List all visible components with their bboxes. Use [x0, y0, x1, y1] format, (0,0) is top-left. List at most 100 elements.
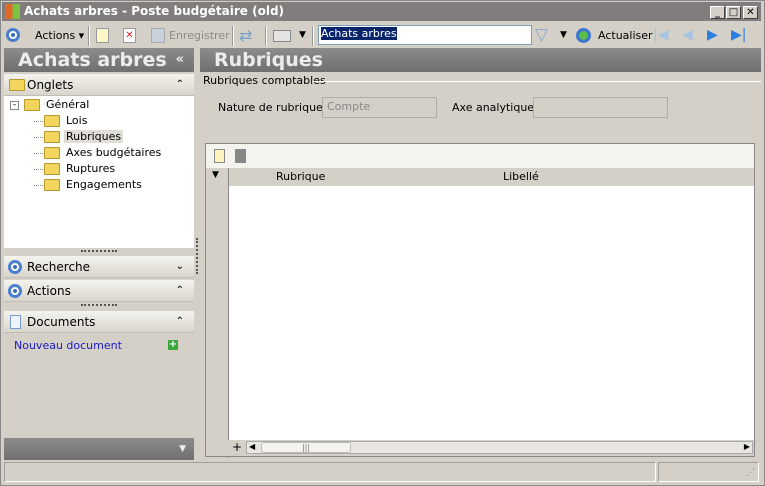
recherche-label: Recherche [27, 260, 91, 274]
actions-circle-icon [8, 284, 22, 298]
group-title: Rubriques comptables [203, 74, 326, 87]
tabs-tree: - Général Lois Rubriques Axes budgétaires R… [4, 96, 194, 248]
row-selector-divider [228, 168, 229, 458]
rubriques-grid: ▼ Rubrique Libellé + ◀ ||| ▶ [205, 143, 755, 458]
folder-icon [9, 79, 25, 91]
folder-icon [24, 99, 40, 111]
tree-node[interactable]: Ruptures [44, 161, 117, 177]
filter-icon[interactable]: ▽ [535, 23, 548, 48]
collapse-chevron-icon[interactable]: ⌃ [176, 311, 184, 333]
left-panel-header: Achats arbres « [4, 48, 194, 72]
save-button[interactable]: Enregistrer [169, 23, 230, 48]
add-row-icon[interactable] [214, 149, 225, 163]
collapse-chevron-icon[interactable]: ⌃ [176, 280, 184, 302]
menu-circle-icon[interactable] [6, 28, 20, 42]
window-title: Achats arbres - Poste budgétaire (old) [24, 4, 285, 18]
tree-line [34, 121, 43, 122]
scroll-left-icon[interactable]: ◀ [249, 442, 255, 451]
scrollbar-thumb[interactable]: ||| [261, 442, 351, 453]
recherche-section-header[interactable]: Recherche ⌄ [4, 256, 194, 278]
separator [232, 26, 234, 46]
tree-node-label: Rubriques [64, 130, 124, 143]
close-button[interactable]: ✕ [743, 6, 758, 19]
new-document-link[interactable]: Nouveau document [14, 339, 122, 352]
search-input[interactable]: Achats arbres [318, 25, 532, 45]
page-title: Rubriques [214, 49, 323, 71]
folder-icon [44, 131, 60, 143]
previous-record-icon[interactable]: ◀ [682, 23, 693, 48]
horizontal-scrollbar[interactable]: ◀ ||| ▶ [246, 441, 753, 454]
maximize-button[interactable]: □ [726, 6, 741, 19]
separator [312, 26, 314, 46]
onglets-label: Onglets [27, 78, 74, 92]
group-divider [312, 81, 761, 82]
minimize-button[interactable]: _ [710, 6, 725, 19]
folder-icon [44, 163, 60, 175]
onglets-section-header[interactable]: Onglets ⌃ [4, 74, 194, 96]
first-record-icon[interactable]: |◀ [653, 23, 668, 48]
row-selector-column [206, 186, 228, 442]
status-bar: ⋰ [2, 462, 761, 483]
filter-dropdown-icon[interactable]: ▼ [560, 23, 567, 48]
app-icon [5, 4, 20, 19]
collapse-panel-button[interactable]: « [176, 48, 184, 72]
tree-node-general[interactable]: Général [24, 97, 89, 113]
resize-grip-icon[interactable]: ⋰ [746, 468, 755, 478]
toolbar: Actions ▾ ✕ Enregistrer ⇄ ▼ Achats arbre… [2, 23, 761, 48]
scroll-right-icon[interactable]: ▶ [744, 442, 750, 451]
nature-label: Nature de rubrique : [218, 101, 331, 114]
column-header-rubrique[interactable]: Rubrique [276, 170, 325, 183]
tree-node-label: Ruptures [66, 162, 116, 175]
tree-node[interactable]: Rubriques [44, 129, 124, 145]
add-row-button[interactable]: + [232, 440, 242, 454]
tree-line [34, 169, 43, 170]
actions-section-header[interactable]: Actions ⌃ [4, 280, 194, 302]
splitter-grip[interactable] [81, 250, 117, 254]
splitter-grip[interactable] [81, 304, 117, 308]
folder-icon [44, 115, 60, 127]
tree-node-label: Engagements [66, 178, 142, 191]
collapse-chevron-icon[interactable]: ⌃ [176, 74, 184, 96]
left-panel-title: Achats arbres [18, 49, 167, 71]
refresh-button[interactable]: Actualiser [598, 23, 653, 48]
nature-field[interactable]: Compte [322, 97, 437, 118]
tree-expander-icon[interactable]: - [10, 101, 19, 110]
column-chooser-icon[interactable]: ▼ [212, 170, 219, 180]
grid-footer: + ◀ ||| ▶ [206, 440, 754, 456]
new-icon[interactable] [96, 28, 109, 43]
status-cell [4, 462, 656, 482]
actions-section-label: Actions [27, 284, 71, 298]
actions-menu-button[interactable]: Actions ▾ [35, 23, 84, 48]
tree-line [34, 185, 43, 186]
axe-field[interactable] [533, 97, 668, 118]
print-dropdown-icon[interactable]: ▼ [299, 23, 306, 48]
documents-section-header[interactable]: Documents ⌃ [4, 311, 194, 333]
left-panel: Onglets ⌃ - Général Lois Rubriques Axes bu… [4, 74, 194, 460]
delete-icon[interactable]: ✕ [123, 28, 136, 43]
folder-icon [44, 179, 60, 191]
tree-node-label: Axes budgétaires [66, 146, 162, 159]
tree-node[interactable]: Lois [44, 113, 89, 129]
axe-label: Axe analytique : [452, 101, 542, 114]
folder-icon [44, 147, 60, 159]
tree-line [34, 153, 43, 154]
tree-node[interactable]: Engagements [44, 177, 144, 193]
column-header-libelle[interactable]: Libellé [503, 170, 539, 183]
documents-label: Documents [27, 315, 96, 329]
sync-icon[interactable]: ⇄ [239, 23, 252, 48]
edit-row-icon[interactable] [235, 149, 246, 163]
last-record-icon[interactable]: ▶| [731, 23, 746, 48]
search-value: Achats arbres [321, 27, 397, 40]
print-icon[interactable] [273, 30, 291, 42]
panel-footer-dropdown[interactable]: ▼ [4, 438, 194, 460]
status-cell [658, 462, 759, 482]
next-record-icon[interactable]: ▶ [707, 23, 718, 48]
add-document-icon[interactable]: + [168, 340, 178, 350]
tree-node[interactable]: Axes budgétaires [44, 145, 163, 161]
grid-header: ▼ Rubrique Libellé [206, 168, 754, 458]
vertical-splitter[interactable] [196, 238, 198, 274]
search-circle-icon [8, 260, 22, 274]
expand-chevron-icon[interactable]: ⌄ [176, 256, 184, 278]
refresh-icon[interactable] [576, 28, 591, 43]
document-icon [10, 315, 21, 329]
